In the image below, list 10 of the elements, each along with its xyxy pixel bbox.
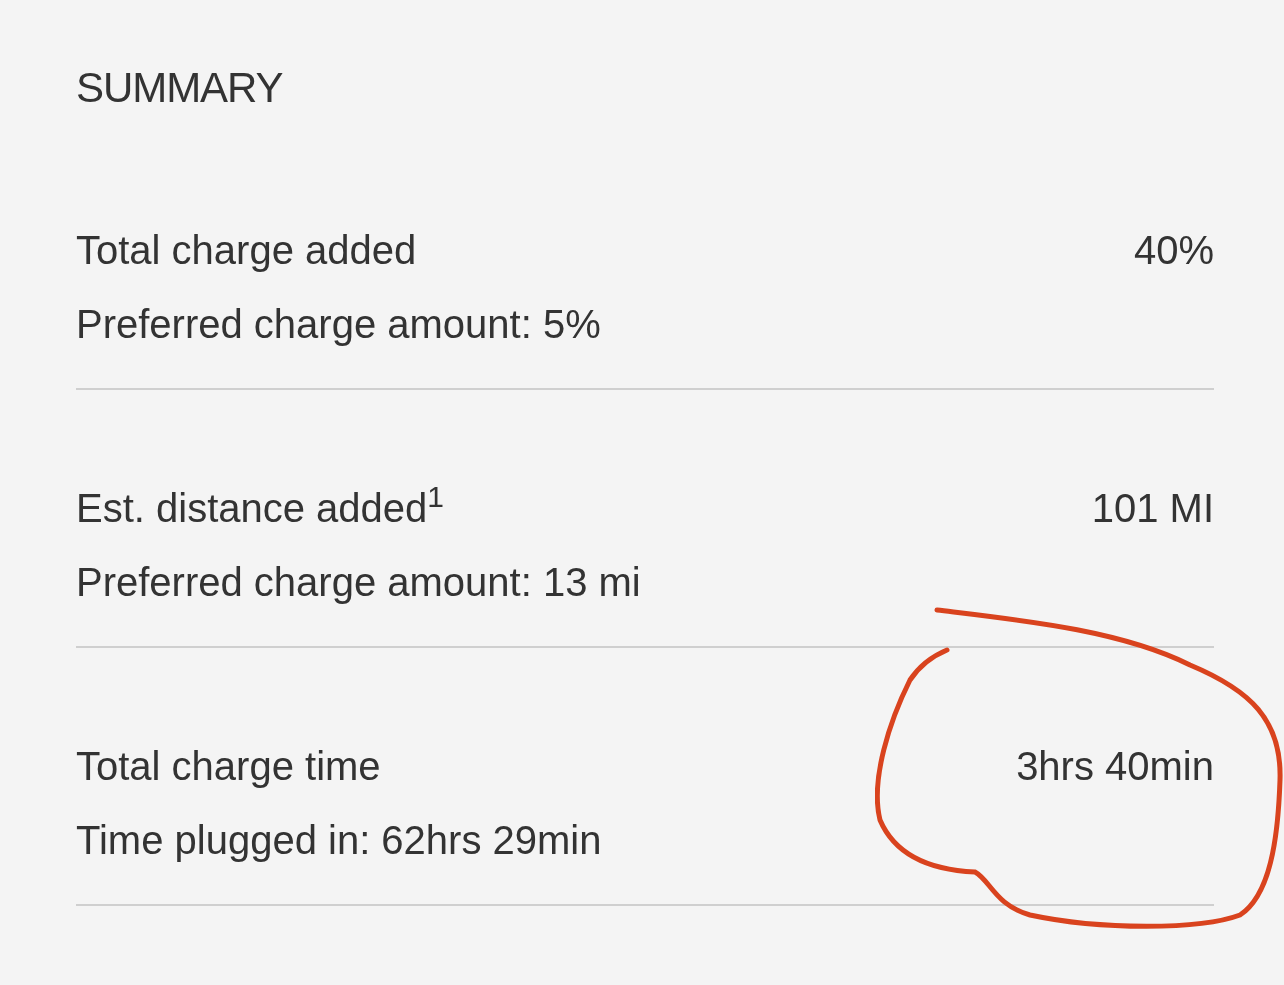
row-label: Est. distance added$^{1}$ (76, 479, 445, 532)
row-detail: Preferred charge amount: 13 mi (76, 560, 641, 604)
row-value: 40% (1133, 227, 1214, 274)
row-label: Total charge time (76, 743, 381, 790)
row-detail: Preferred charge amount: 5% (76, 302, 601, 346)
row-value: 101 MI (1091, 485, 1214, 532)
row-label: Total charge added (76, 227, 417, 274)
row-detail: Time plugged in: 62hrs 29min (76, 818, 602, 862)
row-value: 3hrs 40min (1016, 743, 1214, 790)
section-title: SUMMARY (76, 63, 283, 113)
